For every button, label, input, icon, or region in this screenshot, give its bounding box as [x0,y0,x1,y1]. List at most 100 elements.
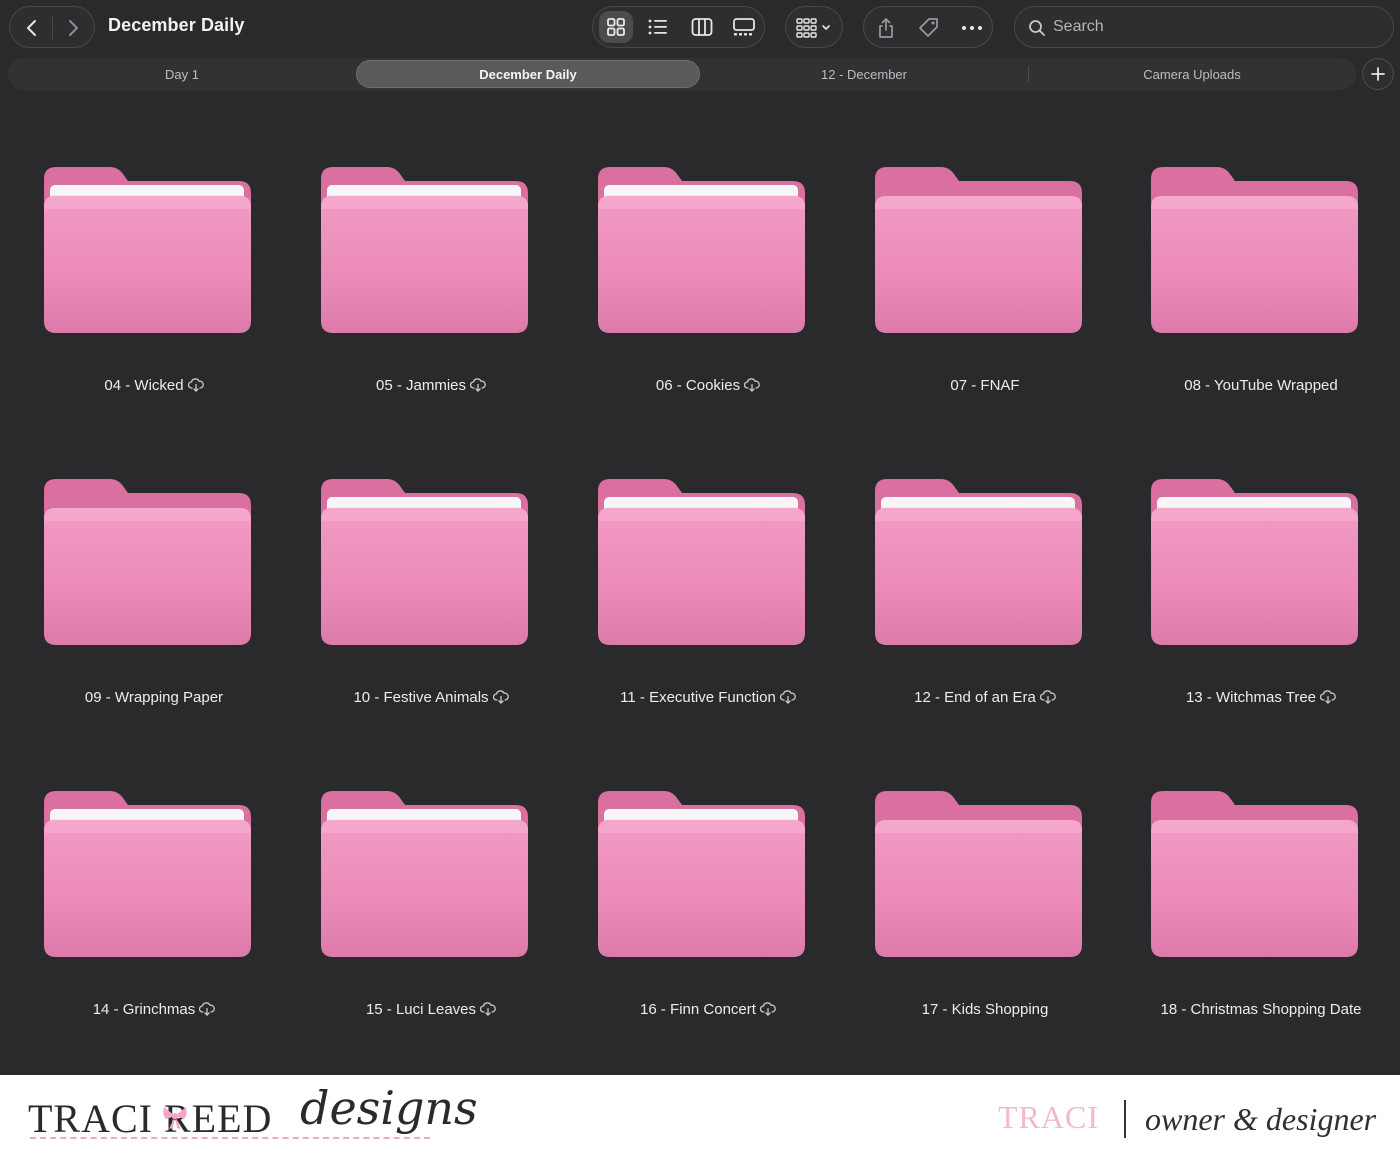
finder-window: December Daily Search Day 1 December Dai… [0,0,1400,1075]
icon-view-button[interactable] [599,11,633,43]
group-menu-button[interactable] [785,6,843,48]
gallery-view-button[interactable] [727,11,761,43]
tag-icon [919,18,938,37]
folder-item[interactable]: 05 - Jammies [321,165,541,415]
owner-role: owner & designer [1145,1101,1377,1137]
folder-item[interactable]: 09 - Wrapping Paper [44,477,264,727]
search-input[interactable] [1053,17,1373,37]
footer-divider [1124,1100,1126,1138]
folder-item[interactable]: 17 - Kids Shopping [875,789,1095,1039]
search-icon [1029,20,1045,36]
folder-icon [875,479,1082,645]
tab-camera-uploads[interactable]: Camera Uploads [1028,58,1356,90]
folder-icon [1151,167,1358,333]
list-view-icon [648,19,667,35]
folder-label: 18 - Christmas Shopping Date [1111,1001,1400,1018]
action-group [863,6,993,48]
tab-12-december[interactable]: 12 - December [700,58,1028,90]
folder-icon [598,791,805,957]
brand-underline [30,1137,430,1139]
folder-name: 06 - Cookies [655,377,741,394]
cloud-download-icon[interactable] [1319,690,1336,708]
folder-icon [44,167,251,333]
navigation-control [9,6,95,48]
bow-icon [163,1107,187,1129]
group-icon [796,18,830,38]
folder-name: 17 - Kids Shopping [921,1001,1049,1018]
window-title: December Daily [108,15,245,35]
back-button[interactable] [19,15,45,41]
folder-name: 15 - Luci Leaves [365,1001,477,1018]
toolbar: December Daily [0,0,1400,56]
gallery-view-icon [733,18,755,36]
folder-icon [44,791,251,957]
add-tab-button[interactable] [1362,58,1394,90]
folder-label: 04 - Wicked [4,377,304,396]
folder-item[interactable]: 04 - Wicked [44,165,264,415]
list-view-button[interactable] [641,11,675,43]
folder-icon [44,479,251,645]
folder-item[interactable]: 16 - Finn Concert [598,789,818,1039]
cloud-download-icon[interactable] [187,378,204,396]
cloud-download-icon[interactable] [479,1002,496,1020]
column-view-icon [691,18,713,36]
folder-item[interactable]: 08 - YouTube Wrapped [1151,165,1371,415]
folder-name: 08 - YouTube Wrapped [1184,377,1338,394]
folder-name: 14 - Grinchmas [92,1001,196,1018]
forward-icon [69,20,78,36]
folder-name: 05 - Jammies [375,377,467,394]
folder-name: 07 - FNAF [950,377,1020,394]
folder-label: 14 - Grinchmas [4,1001,304,1020]
folder-name: 11 - Executive Function [620,689,776,706]
cloud-download-icon[interactable] [744,378,760,396]
tag-button[interactable] [914,13,944,43]
folder-icon [1151,791,1358,957]
folder-name: 04 - Wicked [104,377,184,394]
folder-item[interactable]: 18 - Christmas Shopping Date [1151,789,1371,1039]
cloud-download-icon[interactable] [199,1002,216,1020]
folder-label: 16 - Finn Concert [558,1001,858,1020]
folder-icon [875,167,1082,333]
folder-icon [875,791,1082,957]
folder-item[interactable]: 10 - Festive Animals [321,477,541,727]
folder-item[interactable]: 15 - Luci Leaves [321,789,541,1039]
tab-december-daily[interactable]: December Daily [356,60,700,88]
cloud-download-icon[interactable] [779,690,796,708]
tab-day-1[interactable]: Day 1 [8,58,356,90]
cloud-download-icon[interactable] [469,378,486,396]
folder-label: 09 - Wrapping Paper [4,689,304,706]
more-button[interactable] [957,13,987,43]
folder-label: 17 - Kids Shopping [835,1001,1135,1018]
folder-label: 11 - Executive Function [558,689,858,708]
branding-footer: TRACI REED designs TRACI owner & designe… [0,1075,1400,1163]
folder-item[interactable]: 14 - Grinchmas [44,789,264,1039]
folder-icon [321,791,528,957]
owner-first-name: TRACI [998,1099,1099,1135]
folder-item[interactable]: 06 - Cookies [598,165,818,415]
folder-item[interactable]: 13 - Witchmas Tree [1151,477,1371,727]
folder-name: 10 - Festive Animals [353,689,489,706]
folder-label: 08 - YouTube Wrapped [1111,377,1400,394]
folder-item[interactable]: 12 - End of an Era [875,477,1095,727]
folder-label: 13 - Witchmas Tree [1111,689,1400,708]
folder-item[interactable]: 11 - Executive Function [598,477,818,727]
forward-button[interactable] [60,15,86,41]
back-icon [27,20,36,36]
view-switcher [592,6,765,48]
folder-label: 15 - Luci Leaves [281,1001,581,1020]
share-button[interactable] [871,13,901,43]
folder-icon [321,479,528,645]
folder-name: 16 - Finn Concert [640,1001,756,1018]
brand-logo-text: TRACI REED [28,1096,273,1141]
cloud-download-icon[interactable] [759,1002,776,1020]
brand-logo-script: designs [300,1081,478,1135]
share-icon [879,18,893,38]
tab-bar: Day 1 December Daily 12 - December Camer… [8,58,1356,90]
folder-name: 09 - Wrapping Paper [84,689,224,706]
folder-label: 12 - End of an Era [835,689,1135,708]
cloud-download-icon[interactable] [1039,690,1056,708]
column-view-button[interactable] [685,11,719,43]
folder-item[interactable]: 07 - FNAF [875,165,1095,415]
search-field[interactable] [1014,6,1394,48]
cloud-download-icon[interactable] [492,690,509,708]
